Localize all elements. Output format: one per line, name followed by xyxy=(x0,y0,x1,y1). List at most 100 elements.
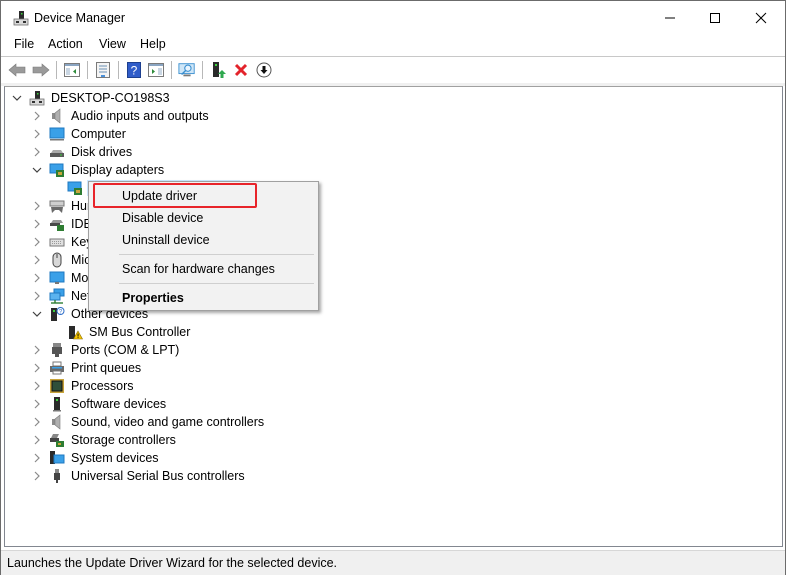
properties-icon xyxy=(96,62,110,78)
chevron-down-icon[interactable] xyxy=(31,308,43,320)
properties-button[interactable] xyxy=(94,61,112,79)
tree-item-system-devices[interactable]: System devices xyxy=(31,449,161,467)
help-button[interactable]: ? xyxy=(125,61,143,79)
chevron-right-icon[interactable] xyxy=(31,236,43,248)
update-driver-highlight-annotation xyxy=(93,183,257,208)
back-arrow-icon xyxy=(8,63,26,77)
port-icon xyxy=(49,342,65,358)
tree-root-label: DESKTOP-CO198S3 xyxy=(51,91,170,105)
update-driver-button[interactable] xyxy=(209,61,227,79)
chevron-right-icon[interactable] xyxy=(31,380,43,392)
chevron-right-icon[interactable] xyxy=(31,272,43,284)
minimize-icon xyxy=(665,17,675,19)
tree-item-label: Audio inputs and outputs xyxy=(71,109,209,123)
speaker-icon xyxy=(49,414,65,430)
tree-item-label: SM Bus Controller xyxy=(89,325,191,339)
chevron-right-icon[interactable] xyxy=(31,362,43,374)
chevron-right-icon[interactable] xyxy=(31,128,43,140)
chevron-right-icon[interactable] xyxy=(31,200,43,212)
scan-hardware-button[interactable] xyxy=(178,61,196,79)
tree-item-computer[interactable]: Computer xyxy=(31,125,128,143)
show-hide-console-tree-button[interactable] xyxy=(63,61,81,79)
printer-icon xyxy=(49,360,65,376)
storage-controller-icon xyxy=(49,432,65,448)
chevron-right-icon[interactable] xyxy=(31,470,43,482)
minimize-button[interactable] xyxy=(647,1,693,35)
warning-device-icon xyxy=(67,324,83,340)
chevron-right-icon[interactable] xyxy=(31,344,43,356)
forward-arrow-icon xyxy=(32,63,50,77)
maximize-icon xyxy=(710,13,720,23)
tree-item-storage-controllers[interactable]: Storage controllers xyxy=(31,431,178,449)
tree-item-label: Universal Serial Bus controllers xyxy=(71,469,245,483)
chevron-right-icon[interactable] xyxy=(31,398,43,410)
menu-bar: File Action View Help xyxy=(1,35,785,55)
chevron-right-icon[interactable] xyxy=(31,416,43,428)
help-icon: ? xyxy=(127,62,141,78)
ide-controller-icon xyxy=(49,216,65,232)
unknown-device-icon: ? xyxy=(49,306,65,322)
toolbar-separator xyxy=(171,61,172,79)
tree-item-label: Display adapters xyxy=(71,163,165,177)
maximize-button[interactable] xyxy=(692,1,738,35)
network-adapter-icon xyxy=(49,288,65,304)
chevron-right-icon[interactable] xyxy=(31,254,43,266)
chevron-right-icon[interactable] xyxy=(31,434,43,446)
tree-item-label: Storage controllers xyxy=(71,433,176,447)
chevron-right-icon[interactable] xyxy=(31,290,43,302)
tree-item-print-queues[interactable]: Print queues xyxy=(31,359,143,377)
toolbar: ? xyxy=(1,56,785,84)
tree-item-label: Processors xyxy=(71,379,134,393)
chevron-right-icon[interactable] xyxy=(31,146,43,158)
context-menu-properties[interactable]: Properties xyxy=(122,291,184,305)
tree-item-label: Sound, video and game controllers xyxy=(71,415,265,429)
chevron-right-icon[interactable] xyxy=(31,110,43,122)
uninstall-device-icon xyxy=(234,63,248,77)
context-menu-disable-device[interactable]: Disable device xyxy=(122,211,203,225)
menu-action[interactable]: Action xyxy=(48,37,83,51)
context-menu-scan-hardware[interactable]: Scan for hardware changes xyxy=(122,262,275,276)
title-bar: Device Manager xyxy=(1,1,785,35)
context-menu-uninstall-device[interactable]: Uninstall device xyxy=(122,233,210,247)
chevron-down-icon[interactable] xyxy=(31,164,43,176)
chevron-down-icon[interactable] xyxy=(11,92,23,104)
tree-item-label: Disk drives xyxy=(71,145,133,159)
tree-item-audio[interactable]: Audio inputs and outputs xyxy=(31,107,211,125)
tree-item-ports[interactable]: Ports (COM & LPT) xyxy=(31,341,181,359)
tree-root[interactable]: DESKTOP-CO198S3 xyxy=(11,89,172,107)
speaker-icon xyxy=(49,108,65,124)
tree-item-software-devices[interactable]: Software devices xyxy=(31,395,168,413)
usb-icon xyxy=(49,468,65,484)
show-action-pane-button[interactable] xyxy=(147,61,165,79)
forward-button[interactable] xyxy=(32,61,50,79)
chevron-right-icon[interactable] xyxy=(31,452,43,464)
device-manager-app-icon xyxy=(13,10,29,26)
device-tree[interactable]: DESKTOP-CO198S3 Audio inputs and outputs… xyxy=(4,86,783,547)
close-icon xyxy=(755,12,767,24)
tree-item-sound-video-game[interactable]: Sound, video and game controllers xyxy=(31,413,266,431)
toolbar-separator xyxy=(118,61,119,79)
disk-drive-icon xyxy=(49,144,65,160)
menu-view[interactable]: View xyxy=(99,37,126,51)
back-button[interactable] xyxy=(8,61,26,79)
svg-text:?: ? xyxy=(131,64,138,78)
menu-file[interactable]: File xyxy=(14,37,34,51)
disable-device-button[interactable] xyxy=(255,61,273,79)
context-menu-separator xyxy=(119,254,314,255)
tree-item-disk-drives[interactable]: Disk drives xyxy=(31,143,134,161)
chevron-right-icon[interactable] xyxy=(31,218,43,230)
tree-item-usb-controllers[interactable]: Universal Serial Bus controllers xyxy=(31,467,247,485)
monitor-icon xyxy=(49,270,65,286)
keyboard-icon xyxy=(49,234,65,250)
menu-help[interactable]: Help xyxy=(140,37,166,51)
tree-item-sm-bus-controller[interactable]: SM Bus Controller xyxy=(67,323,192,341)
display-adapter-icon xyxy=(49,162,65,178)
status-text: Launches the Update Driver Wizard for th… xyxy=(7,556,338,570)
disable-device-icon xyxy=(256,62,272,78)
close-button[interactable] xyxy=(738,1,784,35)
toolbar-separator xyxy=(202,61,203,79)
tree-item-display-adapters[interactable]: Display adapters xyxy=(31,161,166,179)
tree-item-processors[interactable]: Processors xyxy=(31,377,136,395)
uninstall-device-button[interactable] xyxy=(232,61,250,79)
update-driver-icon xyxy=(213,62,226,78)
